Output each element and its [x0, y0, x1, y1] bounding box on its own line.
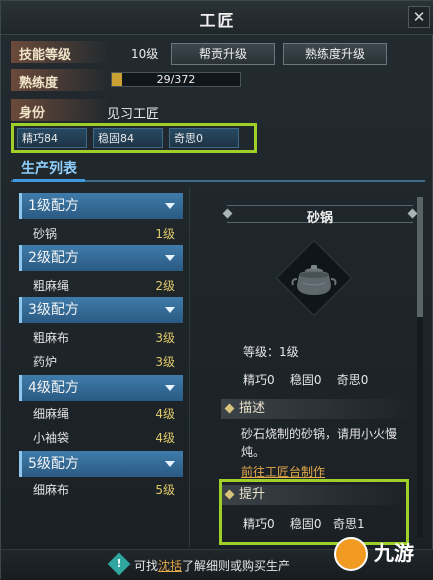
- recipe-level: 4级: [155, 431, 175, 445]
- list-item[interactable]: 粗麻绳 2级: [33, 275, 183, 297]
- recipe-name: 砂锅: [33, 227, 58, 241]
- description-text: 砂石烧制的砂锅，请用小火慢炖。: [241, 427, 398, 459]
- proficiency-row: 熟练度 29/372: [11, 69, 426, 93]
- scrollbar[interactable]: [417, 197, 423, 537]
- chevron-down-icon: [165, 461, 175, 467]
- footer-hint: 可找沈括了解细则或购买生产: [134, 557, 290, 574]
- category-level-4[interactable]: 4级配方: [19, 375, 183, 401]
- list-item[interactable]: 药炉 3级: [33, 351, 183, 373]
- watermark-text: 九游: [374, 541, 414, 565]
- attribute-ingenuity: 奇思0: [169, 128, 239, 148]
- recipe-level: 1级: [155, 227, 175, 241]
- list-item[interactable]: 细麻布 5级: [33, 479, 183, 501]
- npc-link[interactable]: 沈括: [158, 559, 182, 573]
- skill-level-label: 技能等级: [19, 48, 72, 63]
- skill-level-value: 10级: [131, 47, 159, 61]
- list-item[interactable]: 粗麻布 3级: [33, 327, 183, 349]
- close-button[interactable]: ✕: [408, 6, 430, 28]
- chevron-down-icon: [165, 307, 175, 313]
- recipe-name: 粗麻绳: [33, 279, 70, 293]
- workbench-link[interactable]: 前往工匠台制作: [241, 463, 325, 480]
- category-label: 3级配方: [28, 302, 79, 318]
- category-label: 1级配方: [28, 198, 79, 214]
- gang-upgrade-button[interactable]: 帮贡升级: [171, 43, 275, 65]
- title-bar: 工匠 ✕: [1, 1, 433, 35]
- recipe-level: 5级: [155, 483, 175, 497]
- recipe-name: 细麻布: [33, 483, 70, 497]
- category-label: 4级配方: [28, 380, 79, 396]
- category-level-2[interactable]: 2级配方: [19, 245, 183, 271]
- list-item[interactable]: 小袖袋 4级: [33, 427, 183, 449]
- category-level-3[interactable]: 3级配方: [19, 297, 183, 323]
- watermark: 九游: [334, 533, 426, 573]
- detail-header: 砂锅: [222, 205, 418, 226]
- scrollbar-thumb[interactable]: [417, 197, 423, 317]
- crafting-window: 工匠 ✕ 技能等级 10级 帮贡升级 熟练度升级 熟练度 29/372 身份 见…: [0, 0, 433, 580]
- clay-pot-icon: [275, 239, 353, 317]
- tab-bar: 生产列表: [11, 158, 425, 182]
- proficiency-bar: 29/372: [111, 72, 241, 87]
- recipe-name: 细麻绳: [33, 407, 70, 421]
- recipe-title: 砂锅: [306, 211, 333, 226]
- skill-level-row: 技能等级 10级 帮贡升级 熟练度升级: [11, 41, 426, 65]
- panel-divider: [189, 187, 190, 547]
- identity-row: 身份 见习工匠: [11, 99, 426, 123]
- watermark-logo-icon: [334, 537, 368, 571]
- proficiency-label: 熟练度: [19, 76, 59, 91]
- production-list: 1级配方 砂锅 1级 2级配方 粗麻绳 2级 3级配方 粗麻布 3级 药炉 3级: [15, 187, 185, 547]
- category-label: 2级配方: [28, 250, 79, 266]
- identity-label: 身份: [19, 106, 46, 121]
- footer-suffix: 了解细则或购买生产: [182, 559, 291, 573]
- description-title: 描述: [239, 401, 266, 416]
- recipe-level: 2级: [155, 279, 175, 293]
- proficiency-upgrade-button[interactable]: 熟练度升级: [283, 43, 387, 65]
- attribute-finesse: 精巧84: [17, 128, 87, 148]
- recipe-level: 3级: [155, 355, 175, 369]
- exclamation-icon: !: [107, 552, 131, 576]
- category-level-5[interactable]: 5级配方: [19, 451, 183, 477]
- chevron-down-icon: [165, 255, 175, 261]
- category-label: 5级配方: [28, 456, 79, 472]
- recipe-level: 3级: [155, 331, 175, 345]
- recipe-name: 粗麻布: [33, 331, 70, 345]
- list-item[interactable]: 砂锅 1级: [33, 223, 183, 245]
- proficiency-text: 29/372: [156, 73, 196, 86]
- category-level-1[interactable]: 1级配方: [19, 193, 183, 219]
- tab-production-list[interactable]: 生产列表: [13, 158, 85, 182]
- list-item[interactable]: 细麻绳 4级: [33, 403, 183, 425]
- attributes-highlight: 精巧84 稳固84 奇思0: [11, 123, 257, 153]
- recipe-name: 小袖袋: [33, 431, 70, 445]
- attribute-stability: 稳固84: [93, 128, 163, 148]
- recipe-stats-line: 精巧0 稳固0 奇思0: [243, 373, 369, 387]
- window-title: 工匠: [199, 11, 236, 30]
- recipe-level-line: 等级：1级: [243, 345, 299, 359]
- recipe-level: 4级: [155, 407, 175, 421]
- diamond-icon: [224, 403, 235, 414]
- recipe-name: 药炉: [33, 355, 58, 369]
- description-section: 描述: [221, 399, 411, 419]
- footer-prefix: 可找: [134, 559, 159, 573]
- chevron-down-icon: [165, 385, 175, 391]
- chevron-down-icon: [165, 203, 175, 209]
- identity-value: 见习工匠: [107, 107, 160, 122]
